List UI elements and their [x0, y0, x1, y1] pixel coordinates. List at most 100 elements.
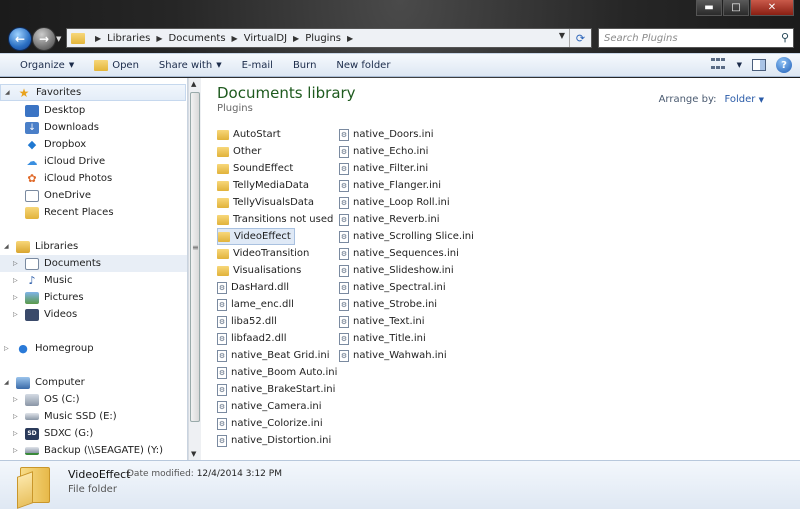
- chevron-right-icon[interactable]: ▷: [4, 345, 12, 352]
- file-item[interactable]: ⚙ native_Camera.ini: [217, 398, 322, 415]
- navigation-scrollbar[interactable]: ▲ ▼: [188, 78, 201, 460]
- file-item[interactable]: ⚙ DasHard.dll: [217, 279, 289, 296]
- sidebar-item-drive-c[interactable]: ▷ OS (C:): [0, 391, 187, 408]
- file-item[interactable]: ⚙ native_Beat Grid.ini: [217, 347, 330, 364]
- search-input[interactable]: Search Plugins ⚲: [598, 28, 794, 48]
- scroll-up-icon[interactable]: ▲: [191, 80, 196, 88]
- sidebar-group-homegroup[interactable]: ▷ ● Homegroup: [0, 340, 187, 357]
- chevron-down-icon[interactable]: ▼: [559, 31, 565, 40]
- breadcrumb-documents[interactable]: Documents: [169, 33, 226, 44]
- recent-pages-dropdown[interactable]: ▼: [56, 35, 61, 43]
- sidebar-item-onedrive[interactable]: OneDrive: [0, 187, 187, 204]
- email-button[interactable]: E-mail: [232, 54, 283, 76]
- back-button[interactable]: ←: [8, 27, 32, 51]
- forward-button[interactable]: →: [32, 27, 56, 51]
- chevron-down-icon[interactable]: ◢: [4, 379, 12, 386]
- breadcrumb-virtualdj[interactable]: VirtualDJ: [244, 33, 287, 44]
- chevron-right-icon[interactable]: ▷: [13, 311, 21, 318]
- arrange-dropdown[interactable]: Folder ▼: [725, 94, 764, 105]
- file-item[interactable]: ⚙ native_Distortion.ini: [217, 432, 331, 449]
- open-button[interactable]: Open: [84, 54, 149, 76]
- sidebar-item-recent-places[interactable]: Recent Places: [0, 204, 187, 221]
- file-item[interactable]: ⚙ native_Spectral.ini: [339, 279, 446, 296]
- file-item[interactable]: ⚙ native_Doors.ini: [339, 126, 434, 143]
- sidebar-item-drive-g[interactable]: ▷ SD SDXC (G:): [0, 425, 187, 442]
- file-item[interactable]: ⚙ native_Loop Roll.ini: [339, 194, 450, 211]
- file-item[interactable]: ⚙ native_Strobe.ini: [339, 296, 437, 313]
- chevron-right-icon[interactable]: ▷: [13, 430, 21, 437]
- chevron-right-icon[interactable]: ▶: [95, 34, 101, 43]
- burn-button[interactable]: Burn: [283, 54, 326, 76]
- chevron-right-icon[interactable]: ▷: [13, 277, 21, 284]
- chevron-right-icon[interactable]: ▷: [13, 396, 21, 403]
- file-item[interactable]: ⚙ native_Boom Auto.ini: [217, 364, 337, 381]
- file-item[interactable]: ⚙ native_Text.ini: [339, 313, 425, 330]
- folder-item[interactable]: VideoEffect: [217, 228, 295, 245]
- folder-item[interactable]: Other: [217, 143, 261, 160]
- file-item[interactable]: ⚙ native_Filter.ini: [339, 160, 428, 177]
- chevron-right-icon[interactable]: ▶: [232, 34, 238, 43]
- refresh-icon[interactable]: ⟳: [569, 29, 591, 47]
- folder-item[interactable]: Visualisations: [217, 262, 301, 279]
- chevron-right-icon[interactable]: ▷: [13, 294, 21, 301]
- scroll-down-icon[interactable]: ▼: [191, 450, 196, 458]
- new-folder-button[interactable]: New folder: [326, 54, 400, 76]
- file-item[interactable]: ⚙ native_Scrolling Slice.ini: [339, 228, 474, 245]
- sidebar-group-libraries[interactable]: ◢ Libraries: [0, 238, 187, 255]
- sidebar-group-favorites[interactable]: ◢ ★ Favorites: [0, 84, 186, 101]
- sidebar-item-icloud-photos[interactable]: ✿ iCloud Photos: [0, 170, 187, 187]
- sidebar-item-pictures[interactable]: ▷ Pictures: [0, 289, 187, 306]
- folder-item[interactable]: VideoTransition: [217, 245, 309, 262]
- share-with-button[interactable]: Share with ▼: [149, 54, 232, 76]
- file-item[interactable]: ⚙ libfaad2.dll: [217, 330, 286, 347]
- organize-button[interactable]: Organize ▼: [10, 54, 84, 76]
- file-item[interactable]: ⚙ native_Flanger.ini: [339, 177, 441, 194]
- chevron-right-icon[interactable]: ▷: [13, 260, 21, 267]
- close-button[interactable]: ✕: [750, 0, 794, 16]
- file-item[interactable]: ⚙ native_Wahwah.ini: [339, 347, 447, 364]
- scrollbar-thumb[interactable]: [190, 92, 200, 422]
- preview-pane-icon[interactable]: [752, 59, 766, 71]
- file-item[interactable]: ⚙ native_Sequences.ini: [339, 245, 459, 262]
- minimize-button[interactable]: ▬: [696, 0, 722, 16]
- chevron-right-icon[interactable]: ▶: [347, 34, 353, 43]
- folder-item[interactable]: AutoStart: [217, 126, 281, 143]
- help-icon[interactable]: ?: [776, 57, 792, 73]
- breadcrumb-plugins[interactable]: Plugins: [305, 33, 341, 44]
- chevron-right-icon[interactable]: ▷: [13, 413, 21, 420]
- change-view-icon[interactable]: [710, 58, 727, 72]
- folder-item[interactable]: Transitions not used: [217, 211, 333, 228]
- sidebar-item-icloud-drive[interactable]: ☁ iCloud Drive: [0, 153, 187, 170]
- chevron-down-icon[interactable]: ◢: [4, 243, 12, 250]
- sidebar-item-drive-e[interactable]: ▷ Music SSD (E:): [0, 408, 187, 425]
- sidebar-item-downloads[interactable]: ↓ Downloads: [0, 119, 187, 136]
- file-item[interactable]: ⚙ lame_enc.dll: [217, 296, 294, 313]
- chevron-down-icon[interactable]: ◢: [5, 89, 13, 96]
- file-item[interactable]: ⚙ native_Title.ini: [339, 330, 426, 347]
- chevron-right-icon[interactable]: ▶: [156, 34, 162, 43]
- chevron-down-icon[interactable]: ▼: [737, 61, 742, 69]
- sidebar-item-music[interactable]: ▷ ♪ Music: [0, 272, 187, 289]
- sidebar-item-videos[interactable]: ▷ Videos: [0, 306, 187, 323]
- maximize-button[interactable]: □: [723, 0, 749, 16]
- chevron-right-icon[interactable]: ▷: [13, 447, 21, 454]
- desktop-icon: [25, 104, 39, 117]
- sidebar-item-desktop[interactable]: Desktop: [0, 102, 187, 119]
- sidebar-item-documents[interactable]: ▷ Documents: [0, 255, 187, 272]
- sidebar-item-drive-y[interactable]: ▷ Backup (\\SEAGATE) (Y:): [0, 442, 187, 459]
- file-item[interactable]: ⚙ native_BrakeStart.ini: [217, 381, 335, 398]
- file-item[interactable]: ⚙ native_Colorize.ini: [217, 415, 323, 432]
- file-item[interactable]: ⚙ native_Reverb.ini: [339, 211, 440, 228]
- folder-item[interactable]: TellyVisualsData: [217, 194, 314, 211]
- file-item[interactable]: ⚙ native_Slideshow.ini: [339, 262, 454, 279]
- folder-item[interactable]: SoundEffect: [217, 160, 293, 177]
- sidebar-group-computer[interactable]: ◢ Computer: [0, 374, 187, 391]
- sidebar-item-dropbox[interactable]: ◆ Dropbox: [0, 136, 187, 153]
- file-item[interactable]: ⚙ liba52.dll: [217, 313, 277, 330]
- file-item[interactable]: ⚙ native_Echo.ini: [339, 143, 428, 160]
- chevron-right-icon[interactable]: ▶: [293, 34, 299, 43]
- address-bar[interactable]: ▶ Libraries ▶ Documents ▶ VirtualDJ ▶ Pl…: [66, 28, 592, 48]
- search-icon[interactable]: ⚲: [781, 31, 789, 44]
- folder-item[interactable]: TellyMediaData: [217, 177, 309, 194]
- breadcrumb-libraries[interactable]: Libraries: [107, 33, 150, 44]
